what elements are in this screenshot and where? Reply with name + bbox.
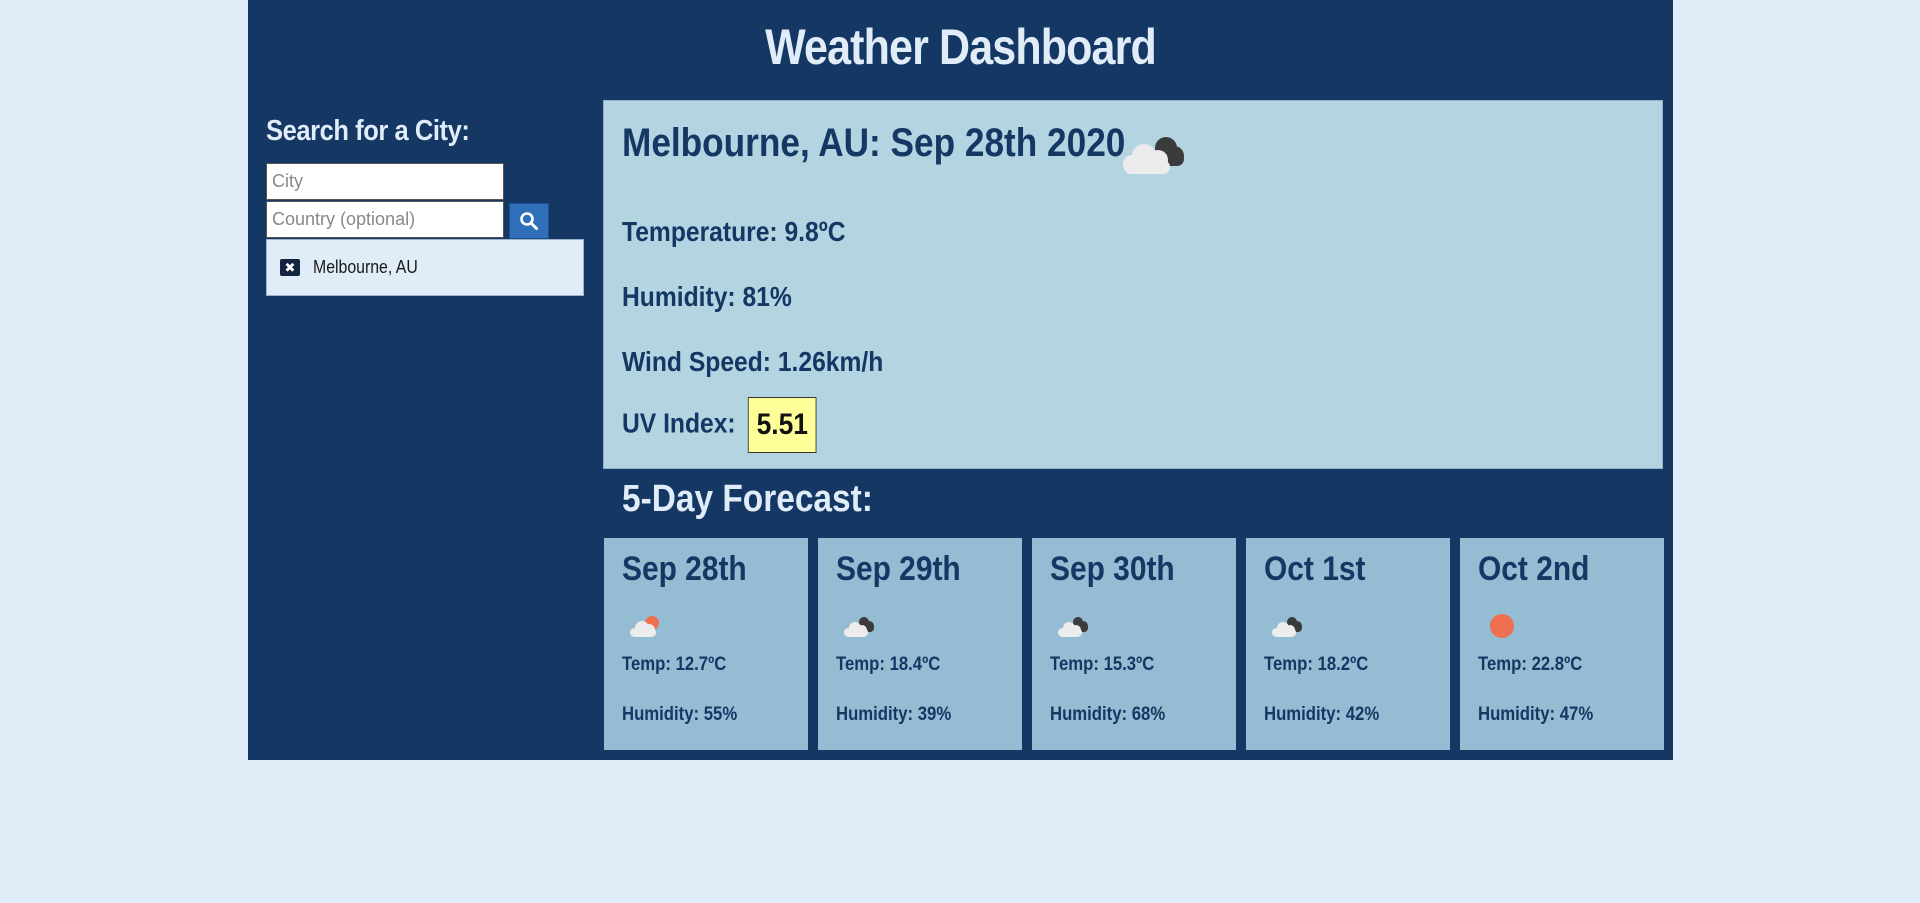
current-weather-card: Melbourne, AU: Sep 28th 2020 Temperature… — [603, 100, 1663, 469]
forecast-humidity: Humidity: 47% — [1478, 704, 1594, 725]
current-temperature: Temperature: 9.8ºC — [622, 216, 846, 247]
page-title: Weather Dashboard — [765, 19, 1157, 75]
forecast-humidity: Humidity: 42% — [1264, 704, 1380, 725]
broken-clouds-icon — [1123, 137, 1184, 174]
forecast-temp: Temp: 15.3ºC — [1050, 654, 1155, 675]
current-humidity: Humidity: 81% — [622, 281, 792, 312]
broken-clouds-icon — [844, 617, 874, 637]
forecast-temp: Temp: 18.2ºC — [1264, 654, 1369, 675]
city-input[interactable] — [266, 163, 504, 200]
clear-sky-icon — [1490, 614, 1514, 638]
forecast-humidity: Humidity: 68% — [1050, 704, 1166, 725]
current-title: Melbourne, AU: Sep 28th 2020 — [622, 121, 1126, 165]
forecast-card: Sep 30th Temp: 15.3ºC Humidity: 68% — [1032, 538, 1236, 750]
forecast-date: Oct 1st — [1264, 550, 1366, 588]
history-item-label: Melbourne, AU — [313, 257, 418, 277]
remove-city-icon[interactable]: ✖ — [280, 259, 300, 276]
dashboard-panel: Weather Dashboard Search for a City: ✖ M… — [248, 0, 1673, 760]
search-icon — [520, 212, 538, 230]
forecast-date: Sep 29th — [836, 550, 961, 588]
partly-cloudy-icon — [630, 616, 659, 637]
broken-clouds-icon — [1272, 617, 1302, 637]
broken-clouds-icon — [1058, 617, 1088, 637]
forecast-card: Sep 28th Temp: 12.7ºC Humidity: 55% — [604, 538, 808, 750]
forecast-date: Oct 2nd — [1478, 550, 1590, 588]
forecast-card: Oct 1st Temp: 18.2ºC Humidity: 42% — [1246, 538, 1450, 750]
search-heading: Search for a City: — [266, 115, 470, 147]
forecast-humidity: Humidity: 55% — [622, 704, 738, 725]
forecast-temp: Temp: 18.4ºC — [836, 654, 941, 675]
forecast-date: Sep 28th — [622, 550, 747, 588]
uv-index-label: UV Index: — [622, 407, 736, 439]
forecast-heading: 5-Day Forecast: — [622, 478, 873, 520]
forecast-temp: Temp: 12.7ºC — [622, 654, 727, 675]
forecast-temp: Temp: 22.8ºC — [1478, 654, 1583, 675]
current-wind-speed: Wind Speed: 1.26km/h — [622, 346, 884, 377]
forecast-card: Sep 29th Temp: 18.4ºC Humidity: 39% — [818, 538, 1022, 750]
uv-index-row: UV Index: 5.51 — [622, 397, 817, 453]
uv-index-badge: 5.51 — [747, 397, 817, 453]
history-item[interactable]: ✖ Melbourne, AU — [266, 239, 584, 296]
forecast-humidity: Humidity: 39% — [836, 704, 952, 725]
forecast-date: Sep 30th — [1050, 550, 1175, 588]
forecast-card: Oct 2nd Temp: 22.8ºC Humidity: 47% — [1460, 538, 1664, 750]
search-sidebar: Search for a City: ✖ Melbourne, AU — [266, 115, 586, 296]
country-input[interactable] — [266, 201, 504, 238]
search-button[interactable] — [509, 203, 549, 239]
forecast-row: Sep 28th Temp: 12.7ºC Humidity: 55% Sep … — [604, 538, 1664, 750]
